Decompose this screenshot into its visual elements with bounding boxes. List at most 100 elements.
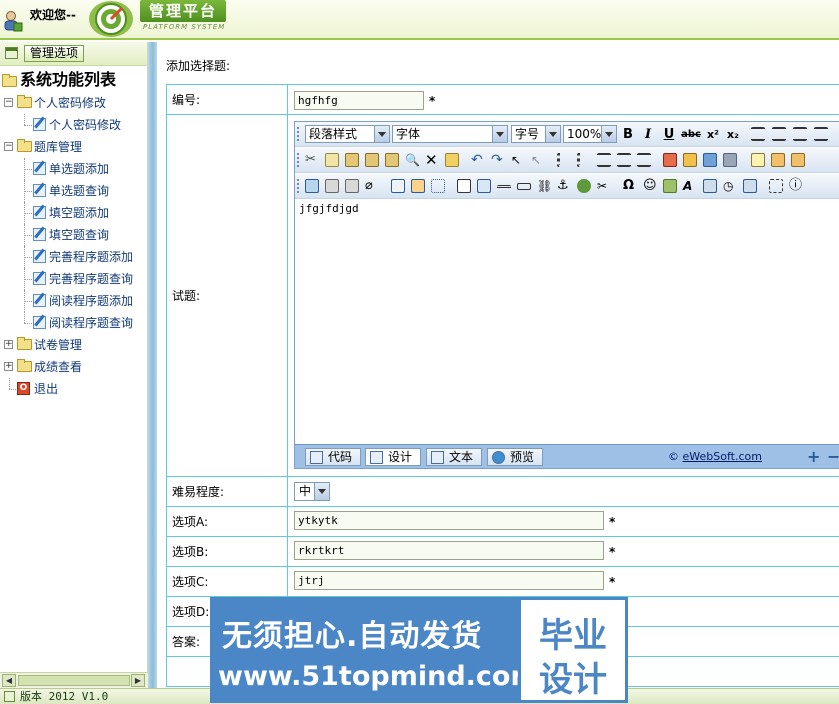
image-icon[interactable] <box>305 179 319 193</box>
horizontal-rule-icon[interactable] <box>497 185 511 189</box>
insert-div-icon[interactable] <box>477 179 491 193</box>
scroll-left-icon[interactable]: ◀ <box>2 674 16 687</box>
panel-splitter[interactable] <box>148 42 157 688</box>
indent-icon[interactable] <box>617 153 631 167</box>
subscript-button[interactable]: x₂ <box>724 126 742 143</box>
sidebar-item-complete-program-query[interactable]: 完善程序题查询 <box>0 268 147 290</box>
find-icon[interactable]: 🔍 <box>405 153 420 167</box>
sidebar-item-single-choice-query[interactable]: 单选题查询 <box>0 180 147 202</box>
tree-group-password[interactable]: − 个人密码修改 <box>0 92 147 114</box>
italic-button[interactable]: I <box>639 126 657 143</box>
delete-icon[interactable]: ✕ <box>425 153 439 168</box>
sidebar-item-single-choice-add[interactable]: 单选题添加 <box>0 158 147 180</box>
paste-text-icon[interactable] <box>365 153 379 167</box>
option-b-input[interactable]: rkrtkrt <box>294 541 604 560</box>
superscript-button[interactable]: x² <box>704 126 722 143</box>
flash-icon[interactable] <box>325 179 339 193</box>
tree-group-scores[interactable]: + 成绩查看 <box>0 356 147 378</box>
send-back-icon[interactable] <box>791 153 805 167</box>
special-char-icon[interactable]: Ω <box>623 179 637 193</box>
option-c-input[interactable]: jtrj <box>294 571 604 590</box>
sidebar-item-change-password[interactable]: 个人密码修改 <box>0 114 147 136</box>
style-icon[interactable] <box>703 153 717 167</box>
sidebar-item-fill-blank-query[interactable]: 填空题查询 <box>0 224 147 246</box>
paragraph-icon[interactable] <box>637 153 651 167</box>
collapse-icon[interactable]: − <box>4 142 13 151</box>
underline-button[interactable]: U <box>660 126 678 143</box>
undo-icon[interactable]: ↶ <box>471 153 485 167</box>
option-a-input[interactable]: ytkytk <box>294 511 604 530</box>
layer-icon[interactable] <box>751 153 765 167</box>
collapse-icon[interactable]: − <box>4 98 13 107</box>
font-size-select[interactable]: 字号 <box>511 125 561 143</box>
tree-root[interactable]: 系统功能列表 <box>0 68 147 92</box>
align-center-icon[interactable] <box>772 127 786 141</box>
insert-frame-icon[interactable] <box>457 179 471 193</box>
block-icon[interactable] <box>723 153 737 167</box>
bg-color-icon[interactable] <box>683 153 697 167</box>
outdent-icon[interactable] <box>597 153 611 167</box>
grid-icon[interactable] <box>431 179 445 193</box>
fullscreen-icon[interactable] <box>769 179 783 193</box>
sidebar-item-complete-program-add[interactable]: 完善程序题添加 <box>0 246 147 268</box>
sidebar-item-read-program-add[interactable]: 阅读程序题添加 <box>0 290 147 312</box>
bring-front-icon[interactable] <box>771 153 785 167</box>
bold-button[interactable]: B <box>619 126 637 143</box>
link-icon[interactable]: ⛓ <box>537 179 552 193</box>
align-justify-icon[interactable] <box>814 127 828 141</box>
cut-icon[interactable]: ✂ <box>305 153 319 167</box>
font-select[interactable]: 字体 <box>392 125 508 143</box>
table-props-icon[interactable] <box>411 179 425 193</box>
editor-content-area[interactable]: jfgjfdjgd <box>295 200 839 440</box>
emoticon-icon[interactable]: ☺ <box>643 179 657 193</box>
art-text-icon[interactable] <box>663 179 677 193</box>
align-right-icon[interactable] <box>793 127 807 141</box>
font-color-icon[interactable] <box>663 153 677 167</box>
zoom-in-icon[interactable]: + <box>807 447 820 466</box>
ordered-list-icon[interactable] <box>557 153 571 167</box>
sidebar-horizontal-scrollbar[interactable]: ◀ ▶ <box>0 672 148 688</box>
align-left-icon[interactable] <box>751 127 765 141</box>
font-art-icon[interactable]: A <box>683 179 697 193</box>
time-icon[interactable]: ◷ <box>723 179 737 193</box>
unordered-list-icon[interactable] <box>577 153 591 167</box>
tree-group-question-bank[interactable]: − 题库管理 <box>0 136 147 158</box>
about-icon[interactable]: ⓘ <box>789 179 803 193</box>
manage-options-button[interactable]: 管理选项 <box>24 45 85 62</box>
expand-icon[interactable]: + <box>4 340 13 349</box>
sidebar-item-read-program-query[interactable]: 阅读程序题查询 <box>0 312 147 334</box>
number-input[interactable]: hgfhfg <box>294 91 424 110</box>
print-icon[interactable] <box>743 179 757 193</box>
anchor-icon[interactable]: ⚓ <box>557 179 571 193</box>
table-icon[interactable] <box>391 179 405 193</box>
paste-word-icon[interactable] <box>385 153 399 167</box>
redo-icon[interactable]: ↷ <box>491 153 505 167</box>
scroll-right-icon[interactable]: ▶ <box>131 674 145 687</box>
map-icon[interactable] <box>577 179 591 193</box>
difficulty-select[interactable]: 中 <box>294 482 330 501</box>
select-all-icon[interactable]: ↖ <box>511 153 525 167</box>
clean-format-icon[interactable] <box>445 153 459 167</box>
copy-icon[interactable] <box>325 153 339 167</box>
sidebar-item-fill-blank-add[interactable]: 填空题添加 <box>0 202 147 224</box>
tab-design[interactable]: 设计 <box>365 448 422 466</box>
expand-icon[interactable]: + <box>4 362 13 371</box>
tab-preview[interactable]: 预览 <box>487 448 544 466</box>
paragraph-style-select[interactable]: 段落样式 <box>305 125 390 143</box>
zoom-out-icon[interactable]: − <box>827 447 839 466</box>
date-icon[interactable] <box>703 179 717 193</box>
tab-code[interactable]: 代码 <box>305 448 362 466</box>
zoom-select[interactable]: 100% <box>563 125 617 143</box>
scrollbar-thumb[interactable] <box>18 675 130 686</box>
input-icon[interactable] <box>517 183 531 190</box>
sidebar-item-exit[interactable]: O 退出 <box>0 378 147 400</box>
copyright-link[interactable]: eWebSoft.com <box>683 450 762 463</box>
tab-text[interactable]: 文本 <box>426 448 483 466</box>
tree-group-exam-paper[interactable]: + 试卷管理 <box>0 334 147 356</box>
unselect-icon[interactable]: ↖ <box>531 153 545 167</box>
paste-icon[interactable] <box>345 153 359 167</box>
media-icon[interactable] <box>345 179 359 193</box>
strikethrough-button[interactable]: abc <box>680 126 702 143</box>
attachment-icon[interactable]: ⌀ <box>365 179 379 193</box>
unlink-icon[interactable]: ✂ <box>597 179 611 193</box>
